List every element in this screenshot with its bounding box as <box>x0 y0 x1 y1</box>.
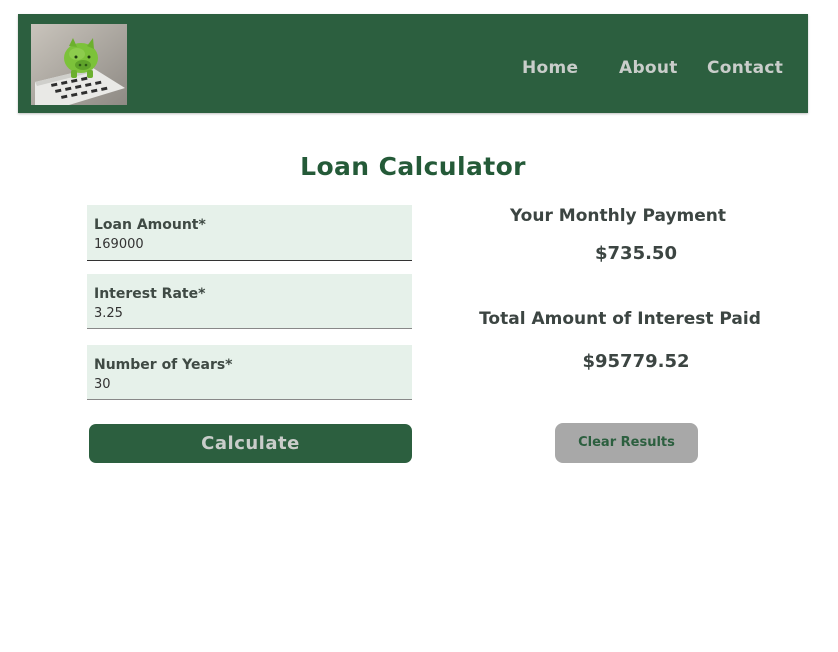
nav-about-link[interactable]: About <box>619 58 678 78</box>
loan-amount-input[interactable] <box>94 237 394 252</box>
interest-rate-input[interactable] <box>94 306 394 321</box>
number-of-years-field[interactable]: Number of Years* <box>87 345 412 400</box>
interest-rate-field[interactable]: Interest Rate* <box>87 274 412 329</box>
loan-amount-field[interactable]: Loan Amount* <box>87 205 412 261</box>
page-title: Loan Calculator <box>300 152 526 181</box>
total-interest-value: $95779.52 <box>582 351 690 372</box>
interest-rate-label: Interest Rate* <box>94 286 206 302</box>
nav-home-link[interactable]: Home <box>522 58 578 78</box>
navbar: Home About Contact <box>18 14 808 113</box>
clear-results-button[interactable]: Clear Results <box>555 423 698 463</box>
nav-contact-link[interactable]: Contact <box>707 58 783 78</box>
number-of-years-label: Number of Years* <box>94 357 233 373</box>
calculate-button[interactable]: Calculate <box>89 424 412 463</box>
number-of-years-input[interactable] <box>94 377 394 392</box>
loan-amount-label: Loan Amount* <box>94 217 206 233</box>
monthly-payment-heading: Your Monthly Payment <box>509 206 727 226</box>
piggy-bank-calculator-image <box>31 24 127 105</box>
piggy-bank-logo[interactable] <box>31 24 127 105</box>
monthly-payment-value: $735.50 <box>595 243 677 264</box>
total-interest-heading: Total Amount of Interest Paid <box>479 309 761 329</box>
